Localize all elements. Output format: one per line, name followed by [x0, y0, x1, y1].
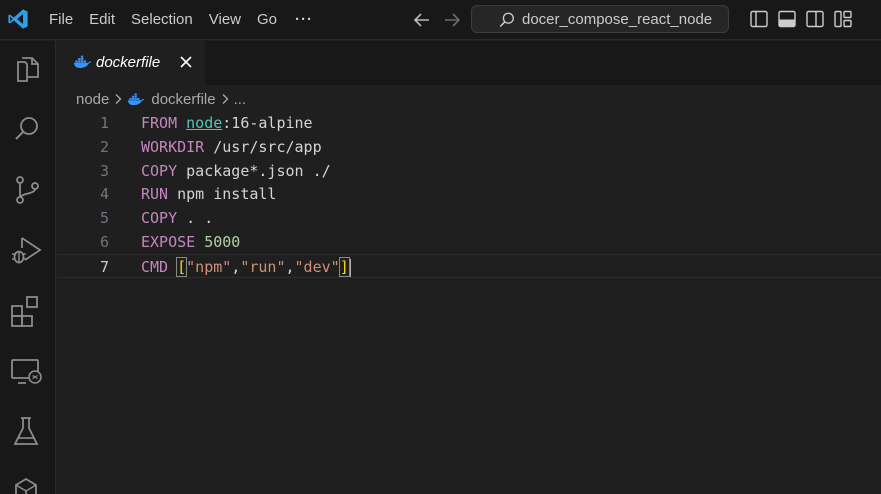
code-line[interactable]: 5 COPY . . — [57, 206, 881, 230]
search-icon[interactable] — [8, 110, 46, 148]
line-number: 5 — [99, 209, 109, 227]
line-code: RUN npm install — [141, 182, 276, 206]
arrow-right-icon[interactable] — [440, 8, 464, 32]
base-image-name: node — [186, 114, 223, 132]
toggle-secondary-sidebar-icon[interactable] — [805, 9, 825, 29]
menu-selection[interactable]: Selection — [123, 7, 201, 33]
menu-edit[interactable]: Edit — [81, 7, 123, 33]
toggle-primary-sidebar-icon[interactable] — [749, 9, 769, 29]
activity-bar — [0, 41, 56, 494]
title-bar: File Edit Selection View Go ··· docer_co… — [0, 0, 881, 40]
code-text: :16-alpine — [222, 114, 313, 132]
tab-label: dockerfile — [96, 54, 161, 71]
menu-file[interactable]: File — [41, 7, 81, 33]
code-line[interactable]: 2 WORKDIR /usr/src/app — [57, 135, 881, 159]
string-arg: "dev" — [294, 258, 340, 276]
code-text: . . — [177, 209, 214, 227]
keyword: CMD — [141, 258, 169, 276]
editor-tab-bar: dockerfile — [57, 41, 881, 85]
text-cursor — [348, 258, 351, 277]
breadcrumb-symbols[interactable]: ... — [234, 91, 247, 108]
string-arg: "npm" — [186, 258, 232, 276]
line-code: WORKDIR /usr/src/app — [141, 135, 322, 159]
docker-whale-icon — [73, 55, 92, 68]
code-editor[interactable]: 1 FROM node:16-alpine 2 WORKDIR /usr/src… — [57, 110, 881, 494]
bracket-close: ] — [338, 257, 350, 277]
search-text: docer_compose_react_node — [522, 10, 713, 28]
testing-icon[interactable] — [8, 412, 46, 450]
navigation-arrows — [410, 8, 464, 32]
keyword: COPY — [141, 162, 178, 180]
arrow-left-icon[interactable] — [410, 8, 434, 32]
docker-whale-icon — [128, 93, 145, 105]
keyword: COPY — [141, 209, 178, 227]
close-icon[interactable] — [178, 54, 194, 70]
menu-go[interactable]: Go — [249, 7, 285, 33]
keyword: WORKDIR — [141, 138, 205, 156]
chevron-right-icon — [115, 94, 122, 104]
code-text: package*.json ./ — [177, 162, 331, 180]
explorer-icon[interactable] — [8, 51, 46, 89]
vscode-logo-icon[interactable] — [7, 8, 29, 30]
code-line-current[interactable]: 7 CMD ["npm","run","dev"] — [57, 254, 881, 278]
line-code: COPY . . — [141, 206, 213, 230]
line-code: FROM node:16-alpine — [141, 111, 313, 135]
line-number: 1 — [99, 114, 109, 132]
docker-icon[interactable] — [8, 471, 46, 494]
tab-dockerfile[interactable]: dockerfile — [57, 41, 205, 85]
code-line[interactable]: 4 RUN npm install — [57, 182, 881, 206]
menu-more[interactable]: ··· — [285, 7, 323, 33]
line-number: 7 — [99, 258, 109, 276]
command-center-search[interactable]: docer_compose_react_node — [471, 5, 729, 33]
layout-controls — [749, 9, 853, 29]
extensions-icon[interactable] — [8, 292, 46, 330]
code-line[interactable]: 3 COPY package*.json ./ — [57, 159, 881, 183]
code-line[interactable]: 1 FROM node:16-alpine — [57, 111, 881, 135]
search-icon — [499, 12, 514, 28]
keyword: FROM — [141, 114, 178, 132]
code-text: /usr/src/app — [204, 138, 322, 156]
line-code: COPY package*.json ./ — [141, 159, 331, 183]
breadcrumb-file[interactable]: dockerfile — [151, 91, 215, 108]
line-number: 2 — [99, 138, 109, 156]
keyword: EXPOSE — [141, 233, 196, 251]
menu-bar: File Edit Selection View Go ··· — [41, 0, 323, 40]
chevron-right-icon — [222, 94, 228, 104]
toggle-panel-icon[interactable] — [777, 9, 797, 29]
string-arg: "run" — [240, 258, 286, 276]
port-number: 5000 — [204, 233, 241, 251]
line-code: CMD ["npm","run","dev"] — [141, 257, 351, 277]
menu-view[interactable]: View — [201, 7, 249, 33]
keyword: RUN — [141, 185, 169, 203]
source-control-icon[interactable] — [8, 171, 46, 209]
line-number: 4 — [99, 185, 109, 203]
code-text: npm install — [168, 185, 277, 203]
remote-explorer-icon[interactable] — [8, 352, 46, 390]
breadcrumb-folder[interactable]: node — [76, 91, 109, 108]
line-code: EXPOSE 5000 — [141, 230, 240, 254]
breadcrumb: node dockerfile ... — [76, 88, 246, 110]
customize-layout-icon[interactable] — [833, 9, 853, 29]
line-number: 6 — [99, 233, 109, 251]
line-number: 3 — [99, 162, 109, 180]
run-debug-icon[interactable] — [8, 231, 46, 269]
bracket-open: [ — [176, 257, 188, 277]
code-line[interactable]: 6 EXPOSE 5000 — [57, 230, 881, 254]
